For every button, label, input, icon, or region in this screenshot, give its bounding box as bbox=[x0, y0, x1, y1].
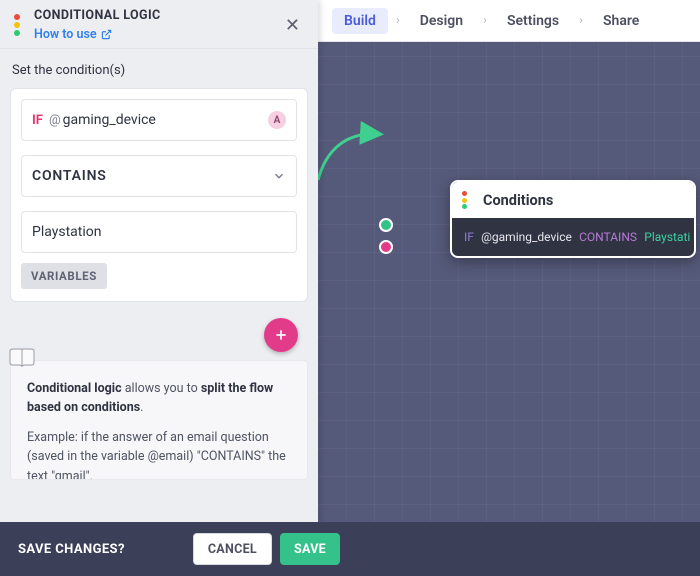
help-p2: Example: if the answer of an email quest… bbox=[27, 428, 291, 480]
top-nav: Build › Design › Settings › Share bbox=[318, 0, 700, 42]
how-to-use-link[interactable]: How to use bbox=[34, 27, 112, 42]
if-chip: IF bbox=[32, 113, 43, 128]
condition-card: IF @ gaming_device A CONTAINS Playstatio… bbox=[10, 88, 308, 302]
ab-badge: A bbox=[268, 111, 286, 129]
tok-var: @gaming_device bbox=[481, 230, 572, 244]
output-port-false[interactable] bbox=[379, 240, 393, 254]
help-p1: Conditional logic allows you to split th… bbox=[27, 379, 291, 418]
tok-val: Playstati bbox=[644, 230, 690, 244]
node-title: Conditions bbox=[483, 192, 553, 209]
panel-header: CONDITIONAL LOGIC How to use ✕ bbox=[0, 0, 318, 49]
flow-canvas[interactable]: Build › Design › Settings › Share Condit… bbox=[318, 0, 700, 576]
section-label: Set the condition(s) bbox=[12, 63, 306, 78]
save-question: SAVE CHANGES? bbox=[18, 542, 125, 557]
close-icon[interactable]: ✕ bbox=[281, 11, 304, 40]
external-link-icon bbox=[101, 29, 112, 40]
variable-name: gaming_device bbox=[63, 112, 156, 128]
variables-button[interactable]: VARIABLES bbox=[21, 263, 107, 289]
operator-select[interactable]: CONTAINS bbox=[21, 155, 297, 197]
chevron-down-icon bbox=[272, 169, 286, 183]
save-button[interactable]: SAVE bbox=[280, 533, 340, 565]
nav-share[interactable]: Share bbox=[591, 8, 651, 34]
tok-op: CONTAINS bbox=[579, 230, 637, 244]
nav-sep-2: › bbox=[483, 13, 487, 28]
help-section: Conditional logic allows you to split th… bbox=[0, 360, 318, 480]
book-icon bbox=[8, 346, 36, 370]
traffic-light-icon bbox=[462, 187, 467, 213]
nav-settings[interactable]: Settings bbox=[495, 8, 571, 34]
operator-label: CONTAINS bbox=[32, 168, 107, 184]
node-header: Conditions bbox=[452, 182, 694, 218]
nav-sep-1: › bbox=[396, 13, 400, 28]
help-card: Conditional logic allows you to split th… bbox=[10, 360, 308, 480]
add-condition-button[interactable] bbox=[264, 318, 298, 352]
at-symbol: @ bbox=[49, 113, 61, 128]
panel-body: Set the condition(s) IF @ gaming_device … bbox=[0, 49, 318, 302]
value-text: Playstation bbox=[32, 224, 102, 240]
traffic-light-icon bbox=[14, 12, 26, 38]
save-bar: SAVE CHANGES? CANCEL SAVE bbox=[0, 522, 700, 576]
conditions-node[interactable]: Conditions IF @gaming_device CONTAINS Pl… bbox=[450, 180, 696, 258]
variable-row[interactable]: IF @ gaming_device A bbox=[21, 99, 297, 141]
cancel-button[interactable]: CANCEL bbox=[193, 533, 272, 565]
tok-if: IF bbox=[464, 230, 474, 244]
plus-icon bbox=[273, 327, 289, 343]
value-input[interactable]: Playstation bbox=[21, 211, 297, 253]
output-port-true[interactable] bbox=[379, 218, 393, 232]
nav-build[interactable]: Build bbox=[332, 8, 388, 34]
panel-header-titles: CONDITIONAL LOGIC How to use bbox=[34, 8, 281, 42]
connector-arrow bbox=[316, 120, 386, 190]
nav-sep-3: › bbox=[579, 13, 583, 28]
panel-title: CONDITIONAL LOGIC bbox=[34, 8, 281, 23]
node-body: IF @gaming_device CONTAINS Playstati bbox=[452, 218, 694, 256]
config-panel: CONDITIONAL LOGIC How to use ✕ Set the c… bbox=[0, 0, 318, 576]
nav-design[interactable]: Design bbox=[408, 8, 475, 34]
how-to-use-label: How to use bbox=[34, 27, 97, 42]
